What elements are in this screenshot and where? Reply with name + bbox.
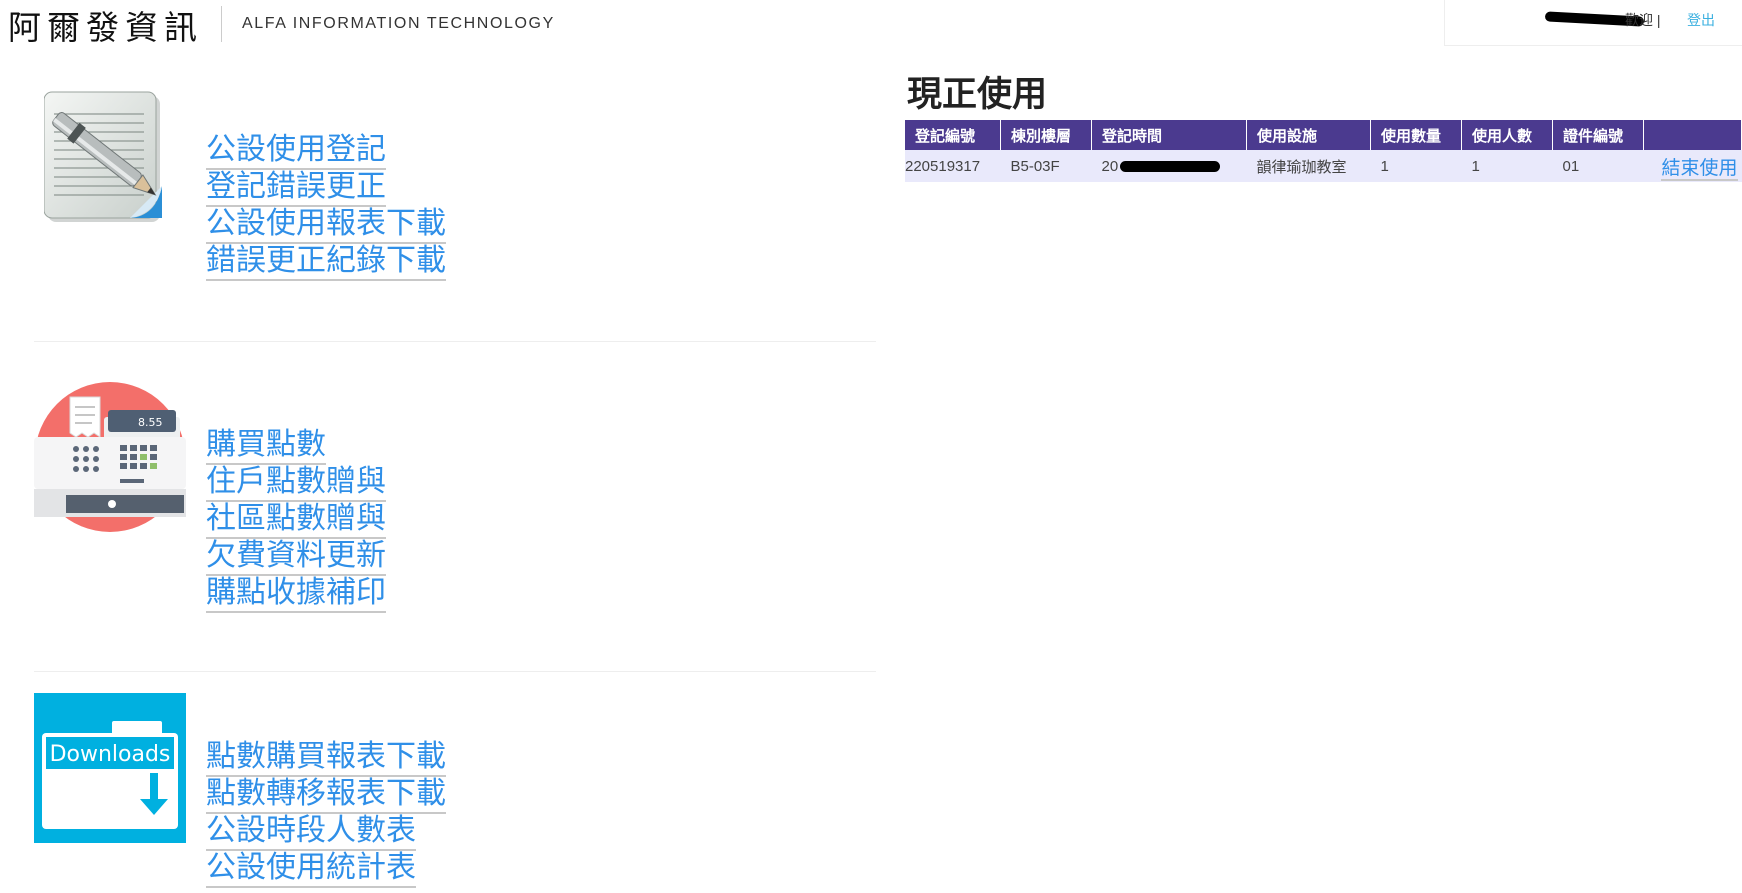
col-quantity: 使用數量 [1370, 120, 1462, 150]
downloads-label: Downloads [50, 742, 171, 767]
cell-registration-time: 20 [1091, 150, 1247, 182]
facility-report-download-link[interactable]: 公設使用報表下載 [206, 206, 446, 244]
welcome-text: 歡迎 | [1625, 12, 1661, 28]
col-registration-time: 登記時間 [1091, 120, 1247, 150]
logo-divider [221, 6, 222, 42]
reports-menu: 點數購買報表下載 點數轉移報表下載 公設時段人數表 公設使用統計表 [206, 739, 446, 888]
cell-building-floor: B5-03F [1000, 150, 1092, 182]
arrears-update-link[interactable]: 欠費資料更新 [206, 538, 386, 576]
community-points-gift-link[interactable]: 社區點數贈與 [206, 501, 386, 539]
cell-card-id: 01 [1552, 150, 1644, 182]
register-price-display: 8.55 [138, 416, 163, 429]
facility-usage-stats-link[interactable]: 公設使用統計表 [206, 850, 446, 888]
logo-english: ALFA INFORMATION TECHNOLOGY [242, 15, 555, 32]
col-people: 使用人數 [1461, 120, 1553, 150]
points-transfer-report-link[interactable]: 點數轉移報表下載 [206, 776, 446, 814]
facility-menu: 公設使用登記 登記錯誤更正 公設使用報表下載 錯誤更正紀錄下載 [206, 132, 446, 281]
registration-correction-link[interactable]: 登記錯誤更正 [206, 169, 446, 207]
col-facility: 使用設施 [1246, 120, 1371, 150]
facility-hourly-headcount-link[interactable]: 公設時段人數表 [206, 813, 446, 851]
cash-register-icon: 8.55 [34, 381, 186, 537]
notepad-pen-icon [43, 90, 176, 234]
receipt-reprint-link[interactable]: 購點收據補印 [206, 575, 386, 613]
points-menu: 購買點數 住戶點數贈與 社區點數贈與 欠費資料更新 購點收據補印 [206, 427, 386, 613]
table-header-row: 登記編號 棟別樓層 登記時間 使用設施 使用數量 使用人數 證件編號 [905, 120, 1742, 150]
user-box: 歡迎 | 登出 [1444, 0, 1742, 46]
logo-chinese: 阿爾發資訊 [8, 8, 203, 47]
cell-quantity: 1 [1370, 150, 1462, 182]
cell-action: 結束使用 [1643, 150, 1742, 182]
end-use-button[interactable]: 結束使用 [1661, 157, 1738, 181]
downloads-folder-icon: Downloads [34, 693, 186, 847]
section-divider [34, 341, 876, 342]
resident-points-gift-link[interactable]: 住戶點數贈與 [206, 464, 386, 502]
col-registration-id: 登記編號 [905, 120, 1001, 150]
points-purchase-report-link[interactable]: 點數購買報表下載 [206, 739, 446, 777]
buy-points-link[interactable]: 購買點數 [206, 427, 386, 465]
table-row: 220519317 B5-03F 20 韻律瑜珈教室 1 1 01 結束使用 [905, 150, 1742, 182]
correction-record-download-link[interactable]: 錯誤更正紀錄下載 [206, 243, 446, 281]
section-divider [34, 671, 876, 672]
col-card-id: 證件編號 [1552, 120, 1644, 150]
current-use-table: 登記編號 棟別樓層 登記時間 使用設施 使用數量 使用人數 證件編號 22051… [905, 120, 1742, 182]
current-use-title: 現正使用 [907, 75, 1048, 115]
cell-registration-id: 220519317 [905, 150, 1001, 182]
logout-link[interactable]: 登出 [1687, 10, 1715, 30]
col-action [1643, 120, 1742, 150]
redacted-time [1120, 161, 1221, 173]
col-building-floor: 棟別樓層 [1000, 120, 1092, 150]
cell-facility: 韻律瑜珈教室 [1246, 150, 1371, 182]
cell-people: 1 [1461, 150, 1553, 182]
facility-register-link[interactable]: 公設使用登記 [206, 132, 446, 170]
